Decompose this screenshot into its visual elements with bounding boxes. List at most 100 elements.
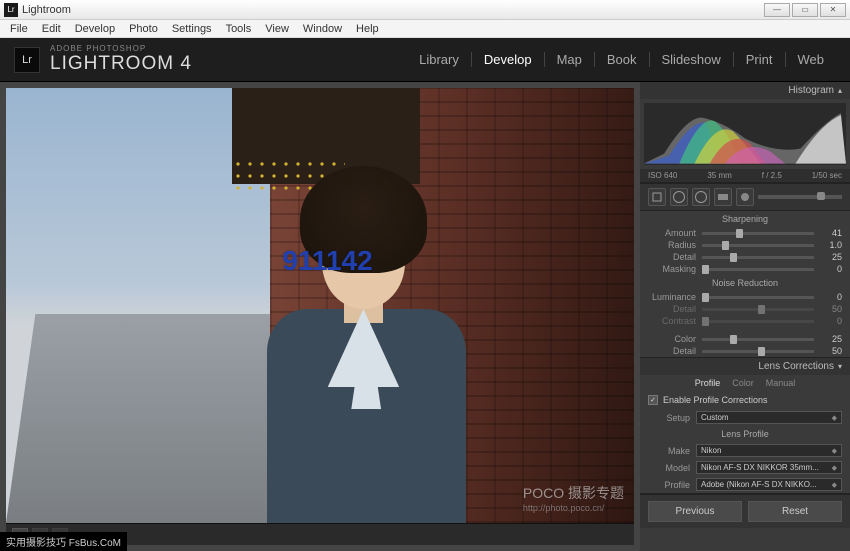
sharpening-masking-label: Masking — [648, 264, 696, 274]
module-web[interactable]: Web — [786, 52, 837, 67]
tool-strip-slider[interactable] — [758, 195, 842, 199]
noise-color-detail-row: Detail 50 — [640, 345, 850, 357]
noise-color-detail-label: Detail — [648, 346, 696, 356]
menu-help[interactable]: Help — [350, 23, 385, 35]
sharpening-amount-label: Amount — [648, 228, 696, 238]
module-book[interactable]: Book — [595, 52, 650, 67]
make-label: Make — [648, 446, 690, 456]
menu-tools[interactable]: Tools — [220, 23, 258, 35]
noise-luminance-slider[interactable] — [702, 296, 814, 299]
sharpening-detail-label: Detail — [648, 252, 696, 262]
reset-button[interactable]: Reset — [748, 501, 842, 522]
redeye-tool-icon[interactable] — [692, 188, 710, 206]
sharpening-masking-value: 0 — [820, 264, 842, 274]
menu-edit[interactable]: Edit — [36, 23, 67, 35]
spot-removal-icon[interactable] — [670, 188, 688, 206]
loupe-view[interactable]: 911142 POCO 摄影专题 http://photo.poco.cn/ — [6, 88, 634, 523]
lens-profile-header: Lens Profile — [640, 426, 850, 442]
setup-label: Setup — [648, 413, 690, 423]
noise-color-color-label: Color — [648, 334, 696, 344]
menu-view[interactable]: View — [259, 23, 295, 35]
tool-strip — [640, 183, 850, 211]
setup-dropdown[interactable]: Custom◆ — [696, 411, 842, 424]
menu-develop[interactable]: Develop — [69, 23, 121, 35]
noise-contrast-value: 0 — [820, 316, 842, 326]
exif-summary: ISO 640 35 mm f / 2.5 1/50 sec — [640, 169, 850, 182]
make-dropdown[interactable]: Nikon◆ — [696, 444, 842, 457]
noise-contrast-label: Contrast — [648, 316, 696, 326]
noise-luminance-row: Luminance 0 — [640, 291, 850, 303]
brand-title: LIGHTROOM 4 — [50, 53, 192, 75]
module-map[interactable]: Map — [545, 52, 595, 67]
noise-color-detail-slider[interactable] — [702, 350, 814, 353]
lens-tab-profile[interactable]: Profile — [695, 378, 721, 388]
sharpening-amount-slider[interactable] — [702, 232, 814, 235]
profile-dropdown[interactable]: Adobe (Nikon AF-S DX NIKKO...◆ — [696, 478, 842, 491]
identity-plate-bar: Lr ADOBE PHOTOSHOP LIGHTROOM 4 Library D… — [0, 38, 850, 82]
exif-shutter: 1/50 sec — [812, 171, 842, 180]
sharpening-masking-row: Masking 0 — [640, 263, 850, 275]
logo-badge: Lr — [14, 47, 40, 73]
noise-reduction-header: Noise Reduction — [640, 275, 850, 291]
crop-tool-icon[interactable] — [648, 188, 666, 206]
noise-detail-slider[interactable] — [702, 308, 814, 311]
module-picker: Library Develop Map Book Slideshow Print… — [407, 52, 836, 67]
menu-file[interactable]: File — [4, 23, 34, 35]
sharpening-detail-value: 25 — [820, 252, 842, 262]
noise-color-color-slider[interactable] — [702, 338, 814, 341]
close-button[interactable]: ✕ — [820, 3, 846, 17]
source-tag: 实用摄影技巧 FsBus.CoM — [0, 532, 127, 551]
model-label: Model — [648, 463, 690, 473]
enable-profile-label: Enable Profile Corrections — [663, 395, 768, 405]
lens-tab-color[interactable]: Color — [732, 378, 754, 388]
histogram-header[interactable]: Histogram ▴ — [640, 82, 850, 99]
brand-subtitle: ADOBE PHOTOSHOP — [50, 44, 192, 53]
sharpening-amount-row: Amount 41 — [640, 227, 850, 239]
app-icon: Lr — [4, 3, 18, 17]
noise-detail-value: 50 — [820, 304, 842, 314]
noise-luminance-value: 0 — [820, 292, 842, 302]
noise-detail-row: Detail 50 — [640, 303, 850, 315]
sharpening-masking-slider[interactable] — [702, 268, 814, 271]
menu-settings[interactable]: Settings — [166, 23, 218, 35]
window-titlebar: Lr Lightroom — ▭ ✕ — [0, 0, 850, 20]
menu-window[interactable]: Window — [297, 23, 348, 35]
sharpening-header: Sharpening — [640, 211, 850, 227]
sharpening-radius-value: 1.0 — [820, 240, 842, 250]
menu-bar: File Edit Develop Photo Settings Tools V… — [0, 20, 850, 38]
window-title: Lightroom — [22, 4, 764, 16]
lens-tab-manual[interactable]: Manual — [766, 378, 796, 388]
menu-photo[interactable]: Photo — [123, 23, 164, 35]
adjustment-brush-icon[interactable] — [736, 188, 754, 206]
overlay-watermark-number: 911142 — [282, 245, 372, 277]
poco-watermark: POCO 摄影专题 http://photo.poco.cn/ — [523, 483, 624, 513]
sharpening-radius-slider[interactable] — [702, 244, 814, 247]
module-develop[interactable]: Develop — [472, 52, 545, 67]
minimize-button[interactable]: — — [764, 3, 790, 17]
maximize-button[interactable]: ▭ — [792, 3, 818, 17]
noise-color-color-row: Color 25 — [640, 333, 850, 345]
sharpening-amount-value: 41 — [820, 228, 842, 238]
sharpening-detail-slider[interactable] — [702, 256, 814, 259]
module-slideshow[interactable]: Slideshow — [650, 52, 734, 67]
model-dropdown[interactable]: Nikon AF-S DX NIKKOR 35mm...◆ — [696, 461, 842, 474]
module-print[interactable]: Print — [734, 52, 786, 67]
histogram-display[interactable] — [644, 103, 846, 165]
noise-color-detail-value: 50 — [820, 346, 842, 356]
right-panel: Histogram ▴ ISO 640 35 mm f / — [640, 82, 850, 551]
noise-luminance-label: Luminance — [648, 292, 696, 302]
enable-profile-checkbox[interactable]: ✓ — [648, 395, 658, 405]
noise-detail-label: Detail — [648, 304, 696, 314]
lens-tabs: Profile Color Manual — [640, 375, 850, 391]
exif-focal: 35 mm — [707, 171, 731, 180]
photo-preview: 911142 POCO 摄影专题 http://photo.poco.cn/ — [6, 88, 634, 523]
noise-color-color-value: 25 — [820, 334, 842, 344]
noise-contrast-row: Contrast 0 — [640, 315, 850, 327]
sharpening-radius-row: Radius 1.0 — [640, 239, 850, 251]
graduated-filter-icon[interactable] — [714, 188, 732, 206]
lens-corrections-header[interactable]: Lens Corrections ▾ — [640, 358, 850, 375]
noise-contrast-slider[interactable] — [702, 320, 814, 323]
module-library[interactable]: Library — [407, 52, 472, 67]
previous-button[interactable]: Previous — [648, 501, 742, 522]
sharpening-radius-label: Radius — [648, 240, 696, 250]
